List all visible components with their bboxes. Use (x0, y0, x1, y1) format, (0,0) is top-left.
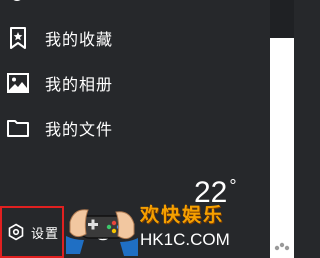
menu-item-favorites[interactable]: 我的收藏 (0, 16, 270, 60)
hexagon-settings-icon (8, 223, 24, 241)
side-drawer: 我的收藏 我的相册 我的文件 22 ° 设置 欢快娱乐 HK1C.COM (0, 0, 270, 258)
partial-top-icon (13, 0, 21, 1)
photo-album-icon (7, 72, 29, 94)
temperature-unit: ° (229, 176, 237, 196)
paw-dots-icon (274, 242, 290, 251)
background-header-edge (270, 0, 294, 38)
game-controller-hands-logo (66, 209, 138, 256)
watermark-title: 欢快娱乐 (140, 204, 225, 226)
bookmark-star-icon (7, 27, 29, 49)
menu-item-label: 我的收藏 (45, 30, 114, 49)
watermark-overlay: 欢快娱乐 HK1C.COM (66, 196, 234, 258)
menu-item-files[interactable]: 我的文件 (0, 106, 270, 150)
folder-icon (7, 117, 29, 139)
settings-button[interactable]: 设置 (0, 206, 64, 258)
background-content-edge (270, 0, 294, 258)
watermark-url: HK1C.COM (140, 230, 230, 249)
menu-item-label: 我的相册 (45, 75, 114, 94)
settings-label: 设置 (31, 226, 60, 242)
menu-item-album[interactable]: 我的相册 (0, 61, 270, 105)
menu-item-label: 我的文件 (45, 120, 114, 139)
